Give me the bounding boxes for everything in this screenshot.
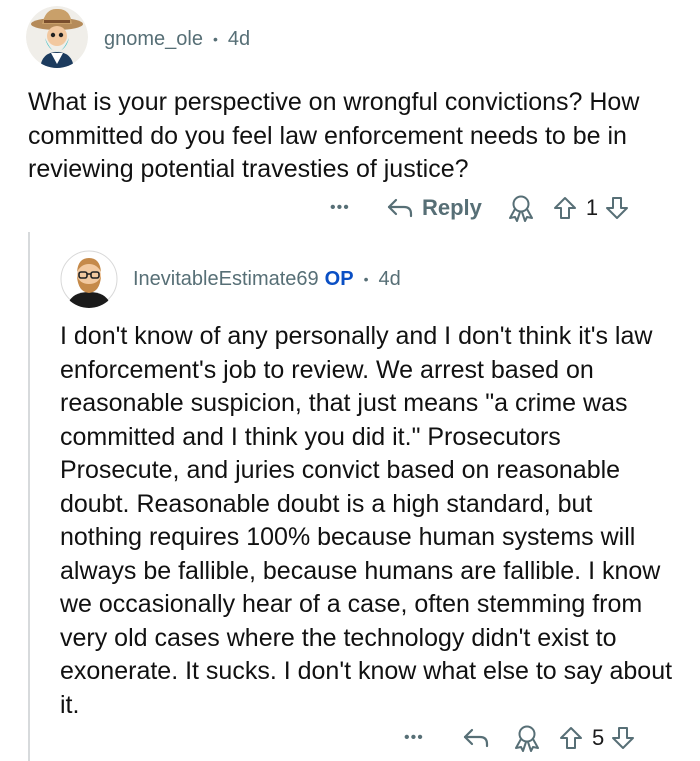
award-button[interactable] [506, 194, 536, 222]
comment-username[interactable]: gnome_ole [104, 28, 203, 51]
downvote-button[interactable] [610, 725, 636, 751]
separator-dot: • [363, 271, 369, 287]
reply-button[interactable]: Reply [386, 195, 482, 221]
reply-meta: InevitableEstimate69 OP • 4d [133, 264, 401, 294]
award-icon [508, 195, 533, 222]
op-badge: OP [324, 267, 354, 290]
comment-meta: gnome_ole • 4d [104, 24, 250, 54]
bearded-man-avatar-icon [60, 250, 118, 308]
award-icon [515, 725, 539, 752]
upvote-button[interactable] [552, 195, 578, 221]
reply-avatar[interactable] [60, 250, 118, 308]
upvote-arrow-icon [560, 727, 582, 749]
reply-arrow-icon [463, 728, 489, 748]
thread-line[interactable] [28, 232, 30, 761]
reply-age: 4d [378, 267, 401, 290]
comment-actions: ••• Reply 1 [330, 190, 630, 226]
upvote-arrow-icon [553, 197, 576, 219]
reply-label: Reply [422, 195, 482, 220]
reply-actions: ••• 5 [404, 720, 636, 756]
award-button[interactable] [512, 724, 542, 752]
more-options-button[interactable]: ••• [404, 729, 434, 747]
more-options-icon: ••• [404, 729, 424, 746]
reply-arrow-icon [387, 198, 413, 218]
downvote-button[interactable] [604, 195, 630, 221]
vote-count: 1 [585, 195, 599, 220]
vote-count: 5 [592, 725, 605, 750]
downvote-arrow-icon [612, 727, 635, 749]
downvote-arrow-icon [606, 197, 629, 219]
more-options-button[interactable]: ••• [330, 199, 360, 217]
more-options-icon: ••• [330, 199, 350, 216]
comment-body: What is your perspective on wrongful con… [28, 88, 640, 183]
comment-age: 4d [227, 27, 251, 50]
upvote-button[interactable] [558, 725, 584, 751]
gnome-avatar-icon [26, 6, 88, 68]
reply-button[interactable] [462, 726, 490, 750]
reply-username[interactable]: InevitableEstimate69 [133, 268, 319, 291]
avatar[interactable] [26, 6, 88, 68]
separator-dot: • [212, 31, 218, 47]
reply-body: I don't know of any personally and I don… [60, 322, 673, 719]
